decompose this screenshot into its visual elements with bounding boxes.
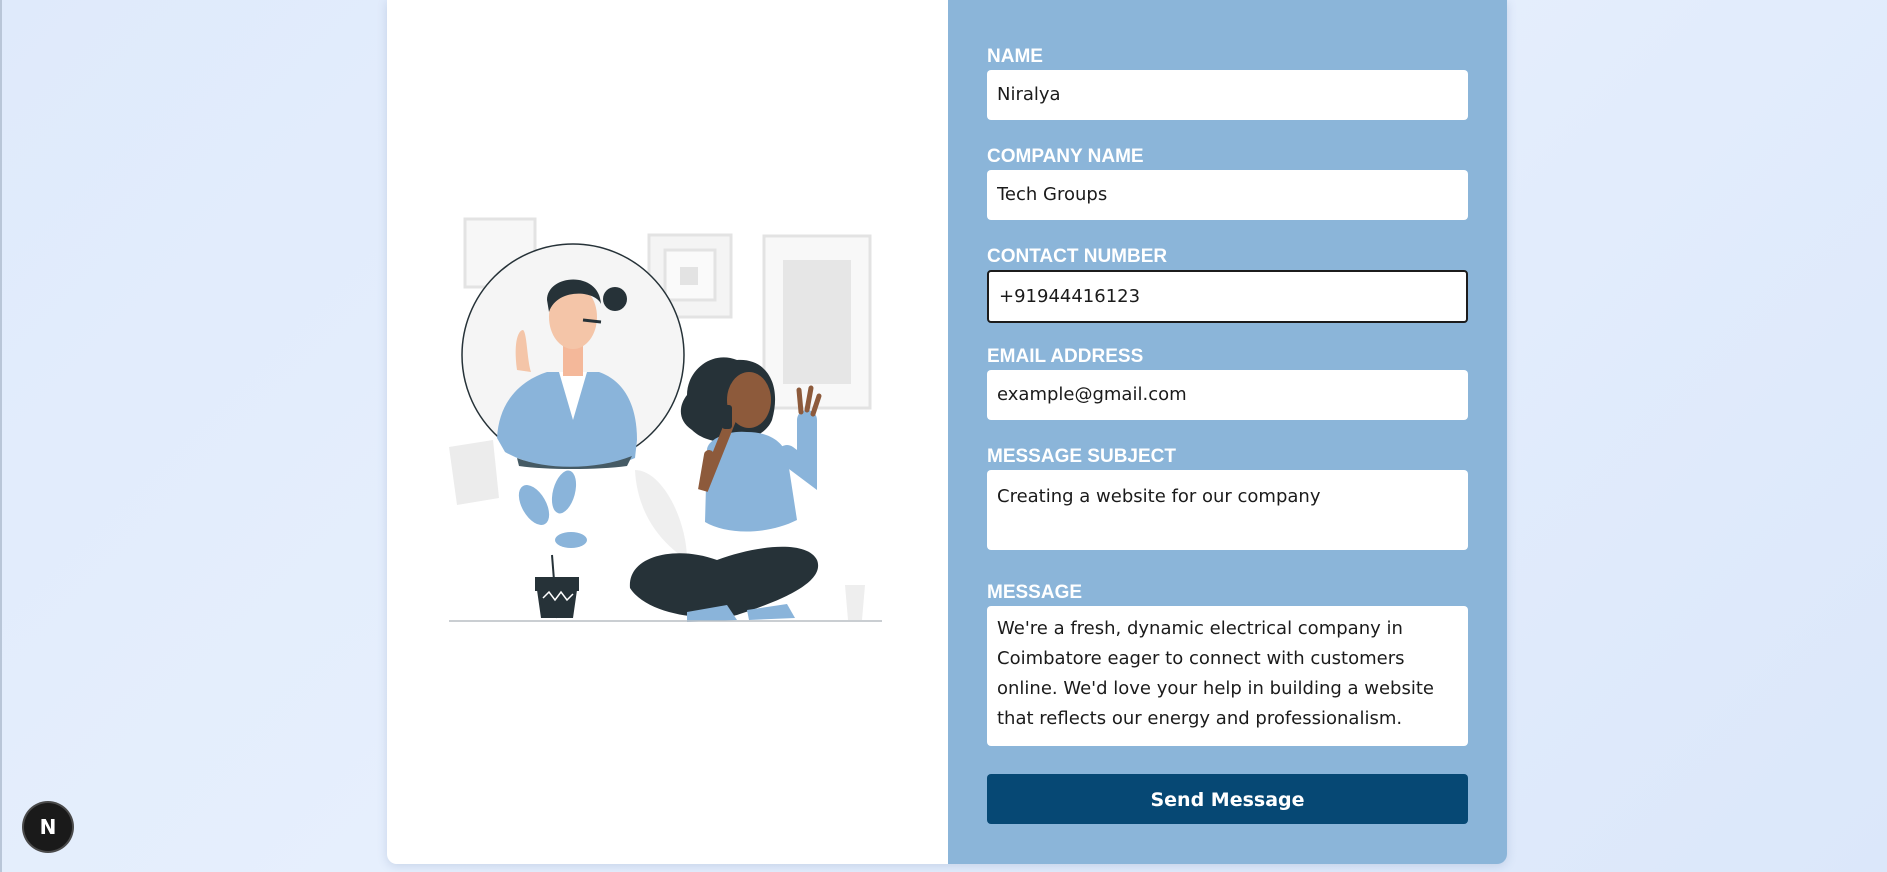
company-field-group: COMPANY NAME (987, 144, 1468, 220)
contact-label: CONTACT NUMBER (987, 246, 1168, 267)
next-dev-badge[interactable]: N (24, 803, 72, 851)
name-label: NAME (987, 46, 1043, 67)
illustration-panel (387, 0, 948, 864)
contact-form: NAME COMPANY NAME CONTACT NUMBER EMAIL A… (948, 0, 1507, 864)
message-textarea[interactable]: We're a fresh, dynamic electrical compan… (987, 606, 1468, 746)
subject-label: MESSAGE SUBJECT (987, 446, 1176, 467)
send-message-button[interactable]: Send Message (987, 774, 1468, 824)
company-label: COMPANY NAME (987, 146, 1144, 167)
badge-letter: N (39, 815, 57, 839)
name-field-group: NAME (987, 44, 1468, 120)
email-field-group: EMAIL ADDRESS (987, 344, 1468, 420)
subject-textarea[interactable]: Creating a website for our company (987, 470, 1468, 550)
contact-input[interactable] (987, 270, 1468, 323)
contact-illustration (449, 217, 882, 622)
subject-field-group: MESSAGE SUBJECT Creating a website for o… (987, 444, 1468, 550)
message-label: MESSAGE (987, 582, 1083, 603)
company-input[interactable] (987, 170, 1468, 220)
message-field-group: MESSAGE We're a fresh, dynamic electrica… (987, 580, 1468, 746)
contact-card: NAME COMPANY NAME CONTACT NUMBER EMAIL A… (387, 0, 1507, 864)
name-input[interactable] (987, 70, 1468, 120)
window-edge (0, 0, 2, 872)
contact-field-group: CONTACT NUMBER (987, 244, 1468, 323)
email-label: EMAIL ADDRESS (987, 346, 1144, 367)
email-input[interactable] (987, 370, 1468, 420)
